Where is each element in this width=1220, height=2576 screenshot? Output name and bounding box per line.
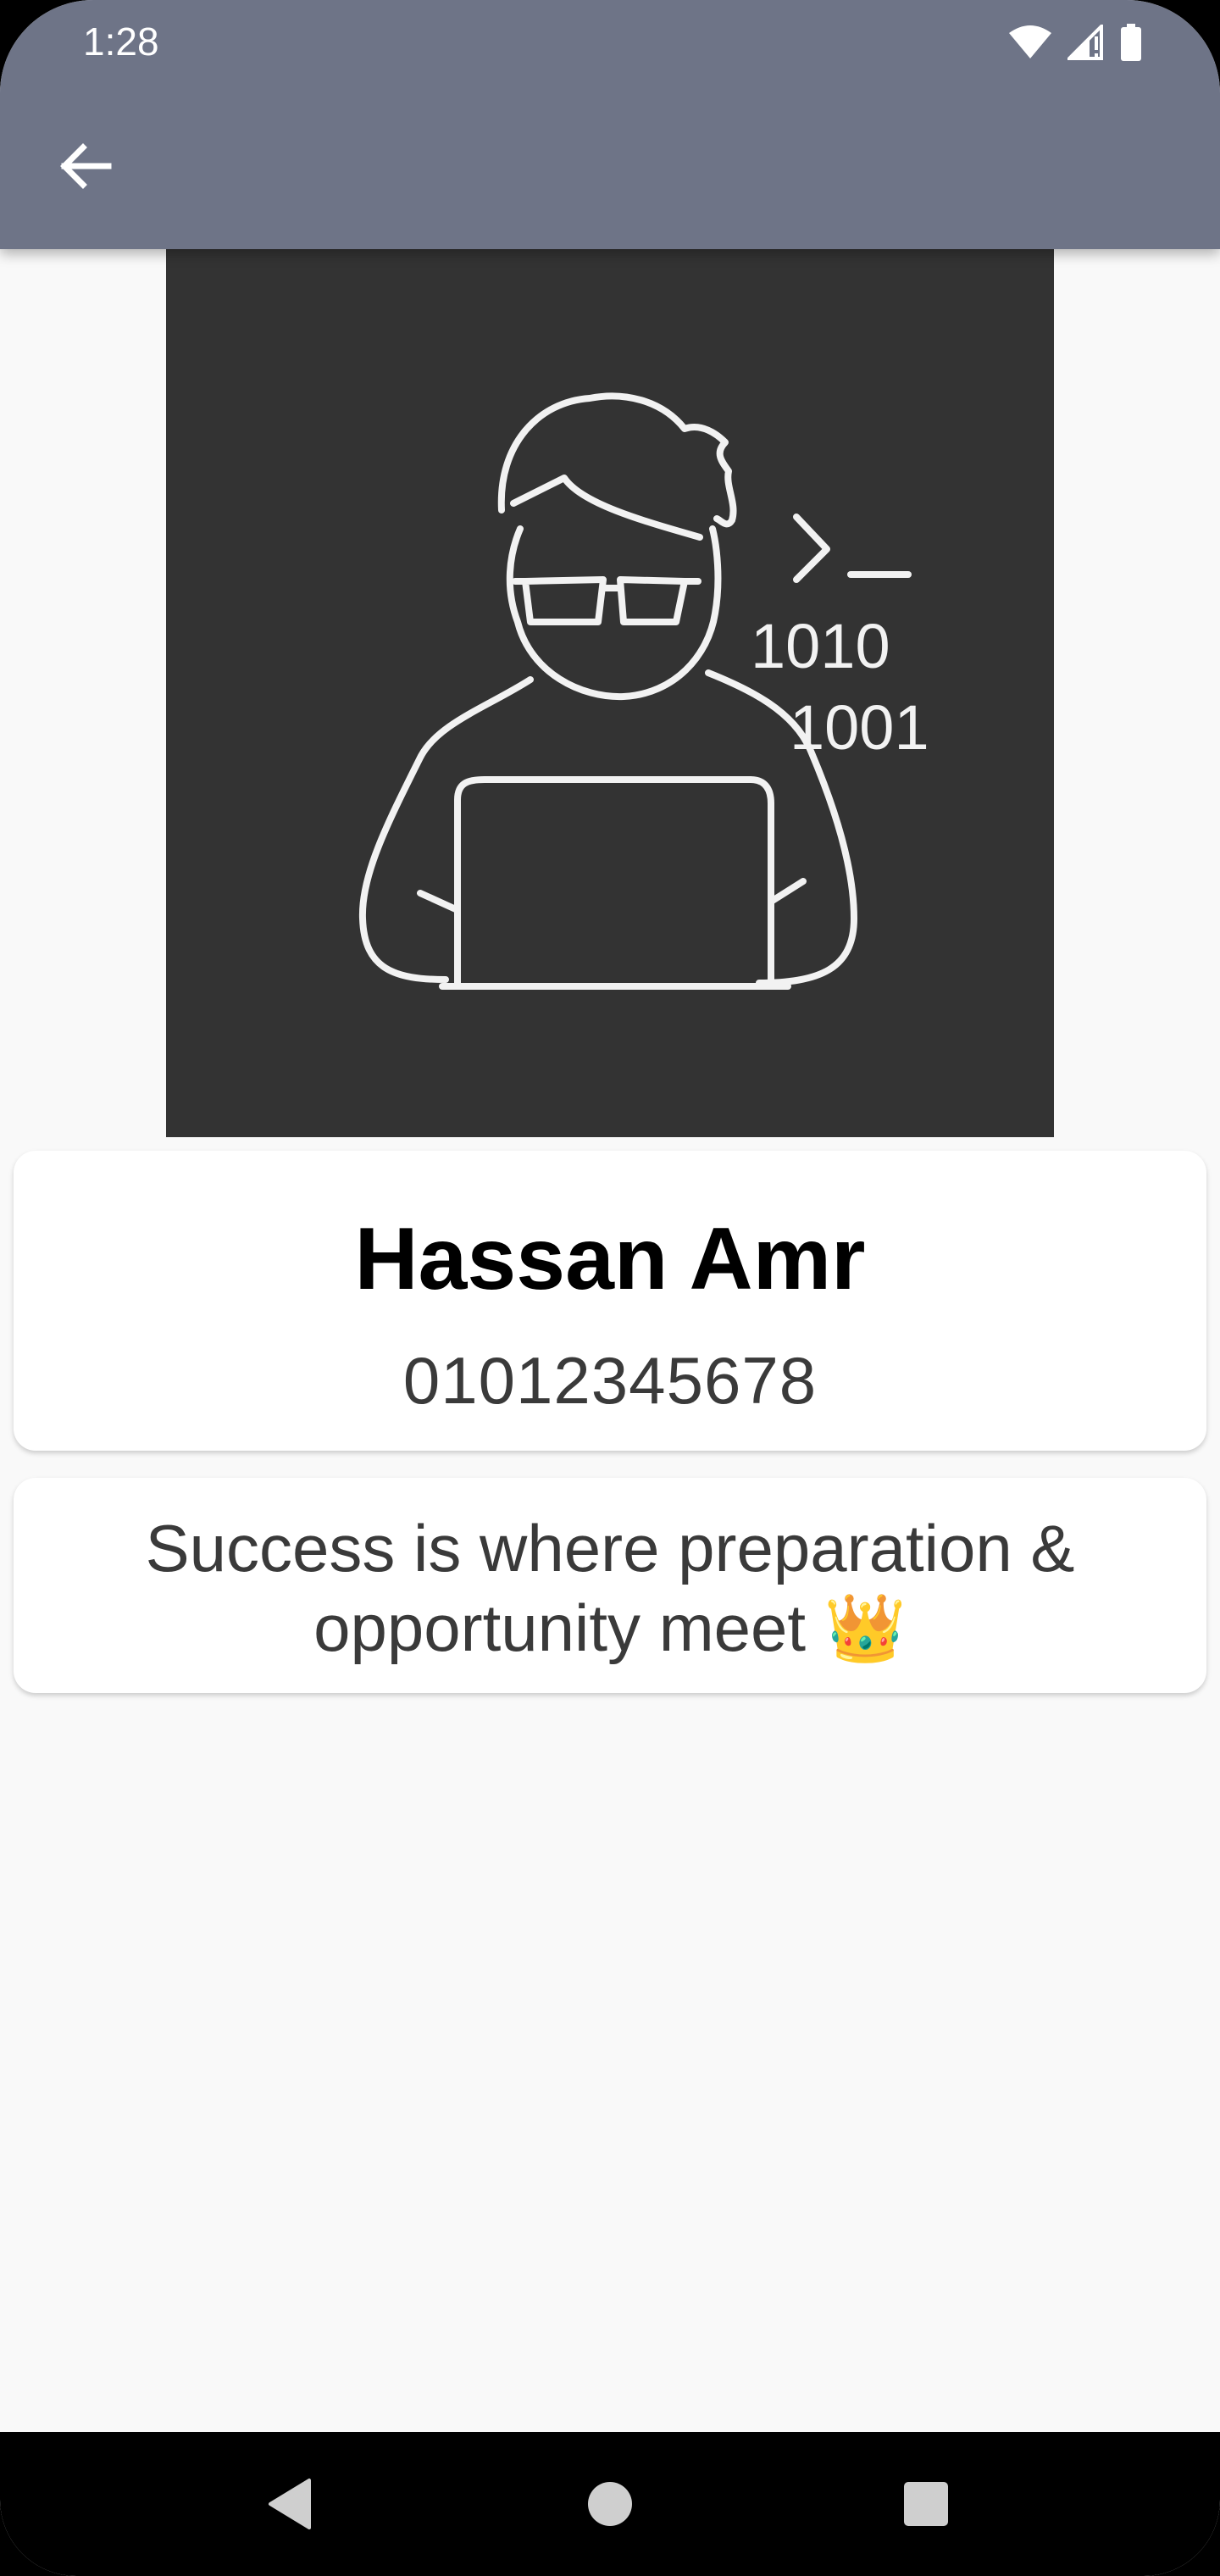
nav-recents-button[interactable] <box>888 2468 964 2544</box>
cell-signal-icon <box>1068 25 1105 60</box>
contact-name: Hassan Amr <box>354 1210 866 1308</box>
home-circle-icon <box>586 2480 634 2532</box>
arrow-left-icon <box>58 142 112 194</box>
quote-text: Success is where preparation & opportuni… <box>145 1511 1075 1665</box>
nav-home-button[interactable] <box>572 2468 648 2544</box>
phone-screen: 1:28 1010 1001 Hassan Amr 01012345678 Su… <box>0 0 1220 2576</box>
status-time: 1:28 <box>83 19 159 64</box>
status-icons <box>1008 22 1142 63</box>
name-card: Hassan Amr 01012345678 <box>14 1151 1206 1451</box>
contact-phone: 01012345678 <box>402 1343 818 1418</box>
battery-icon <box>1120 24 1142 61</box>
back-button[interactable] <box>44 127 125 208</box>
programmer-illustration: 1010 1001 <box>358 392 929 990</box>
recents-square-icon <box>902 2480 950 2532</box>
app-bar: 1:28 <box>0 0 1220 249</box>
nav-back-button[interactable] <box>252 2468 329 2544</box>
quote-card: Success is where preparation & opportuni… <box>14 1478 1206 1693</box>
navigation-bar <box>0 2432 1220 2576</box>
binary-line-1: 1010 <box>751 611 890 681</box>
back-triangle-icon <box>265 2477 316 2535</box>
binary-line-2: 1001 <box>790 692 929 763</box>
wifi-icon <box>1008 25 1052 60</box>
profile-image: 1010 1001 <box>166 249 1054 1137</box>
